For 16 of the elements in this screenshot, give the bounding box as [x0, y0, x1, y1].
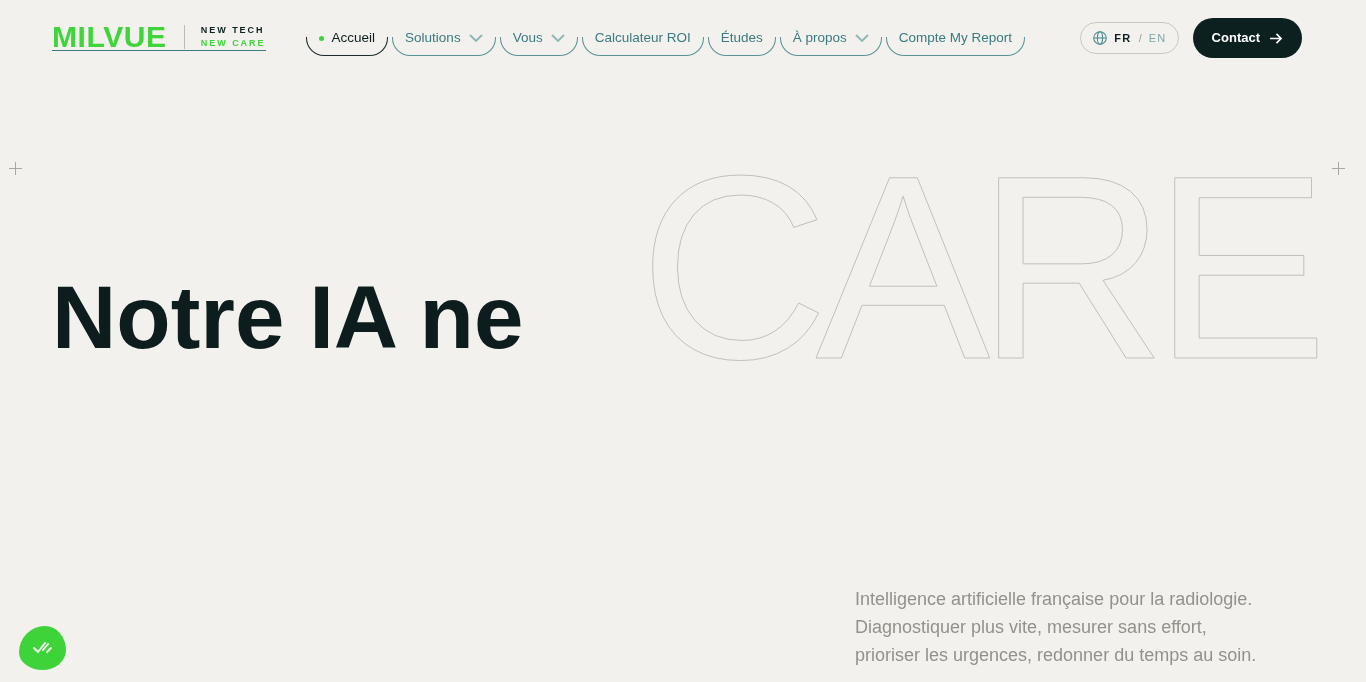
hero-headline: Notre IA ne: [52, 273, 524, 362]
hero-description: Intelligence artificielle française pour la radiologie. Diagnostiquer plus vite, mesurer sans effort, prioriser les urgences, redonner du temps au soin.: [855, 587, 1257, 667]
language-option[interactable]: EN: [1148, 29, 1167, 47]
logo-link[interactable]: MILVUE NEW TECH NEW CARE: [52, 25, 266, 51]
consent-button[interactable]: [19, 626, 66, 670]
logo-wordmark: MILVUE: [52, 25, 167, 49]
language-option[interactable]: FR: [1114, 29, 1132, 47]
plus-icon: [1332, 162, 1345, 175]
language-separator: /: [1138, 30, 1142, 46]
logo-tagline: NEW CARE: [200, 38, 266, 48]
arrow-right-icon: [1270, 32, 1282, 44]
checkmark-icon: [32, 641, 53, 655]
globe-icon: [1093, 31, 1108, 45]
plus-icon: [9, 162, 22, 175]
logo-tagline: NEW TECH: [200, 25, 266, 35]
contact-button[interactable]: Contact: [1192, 18, 1302, 58]
